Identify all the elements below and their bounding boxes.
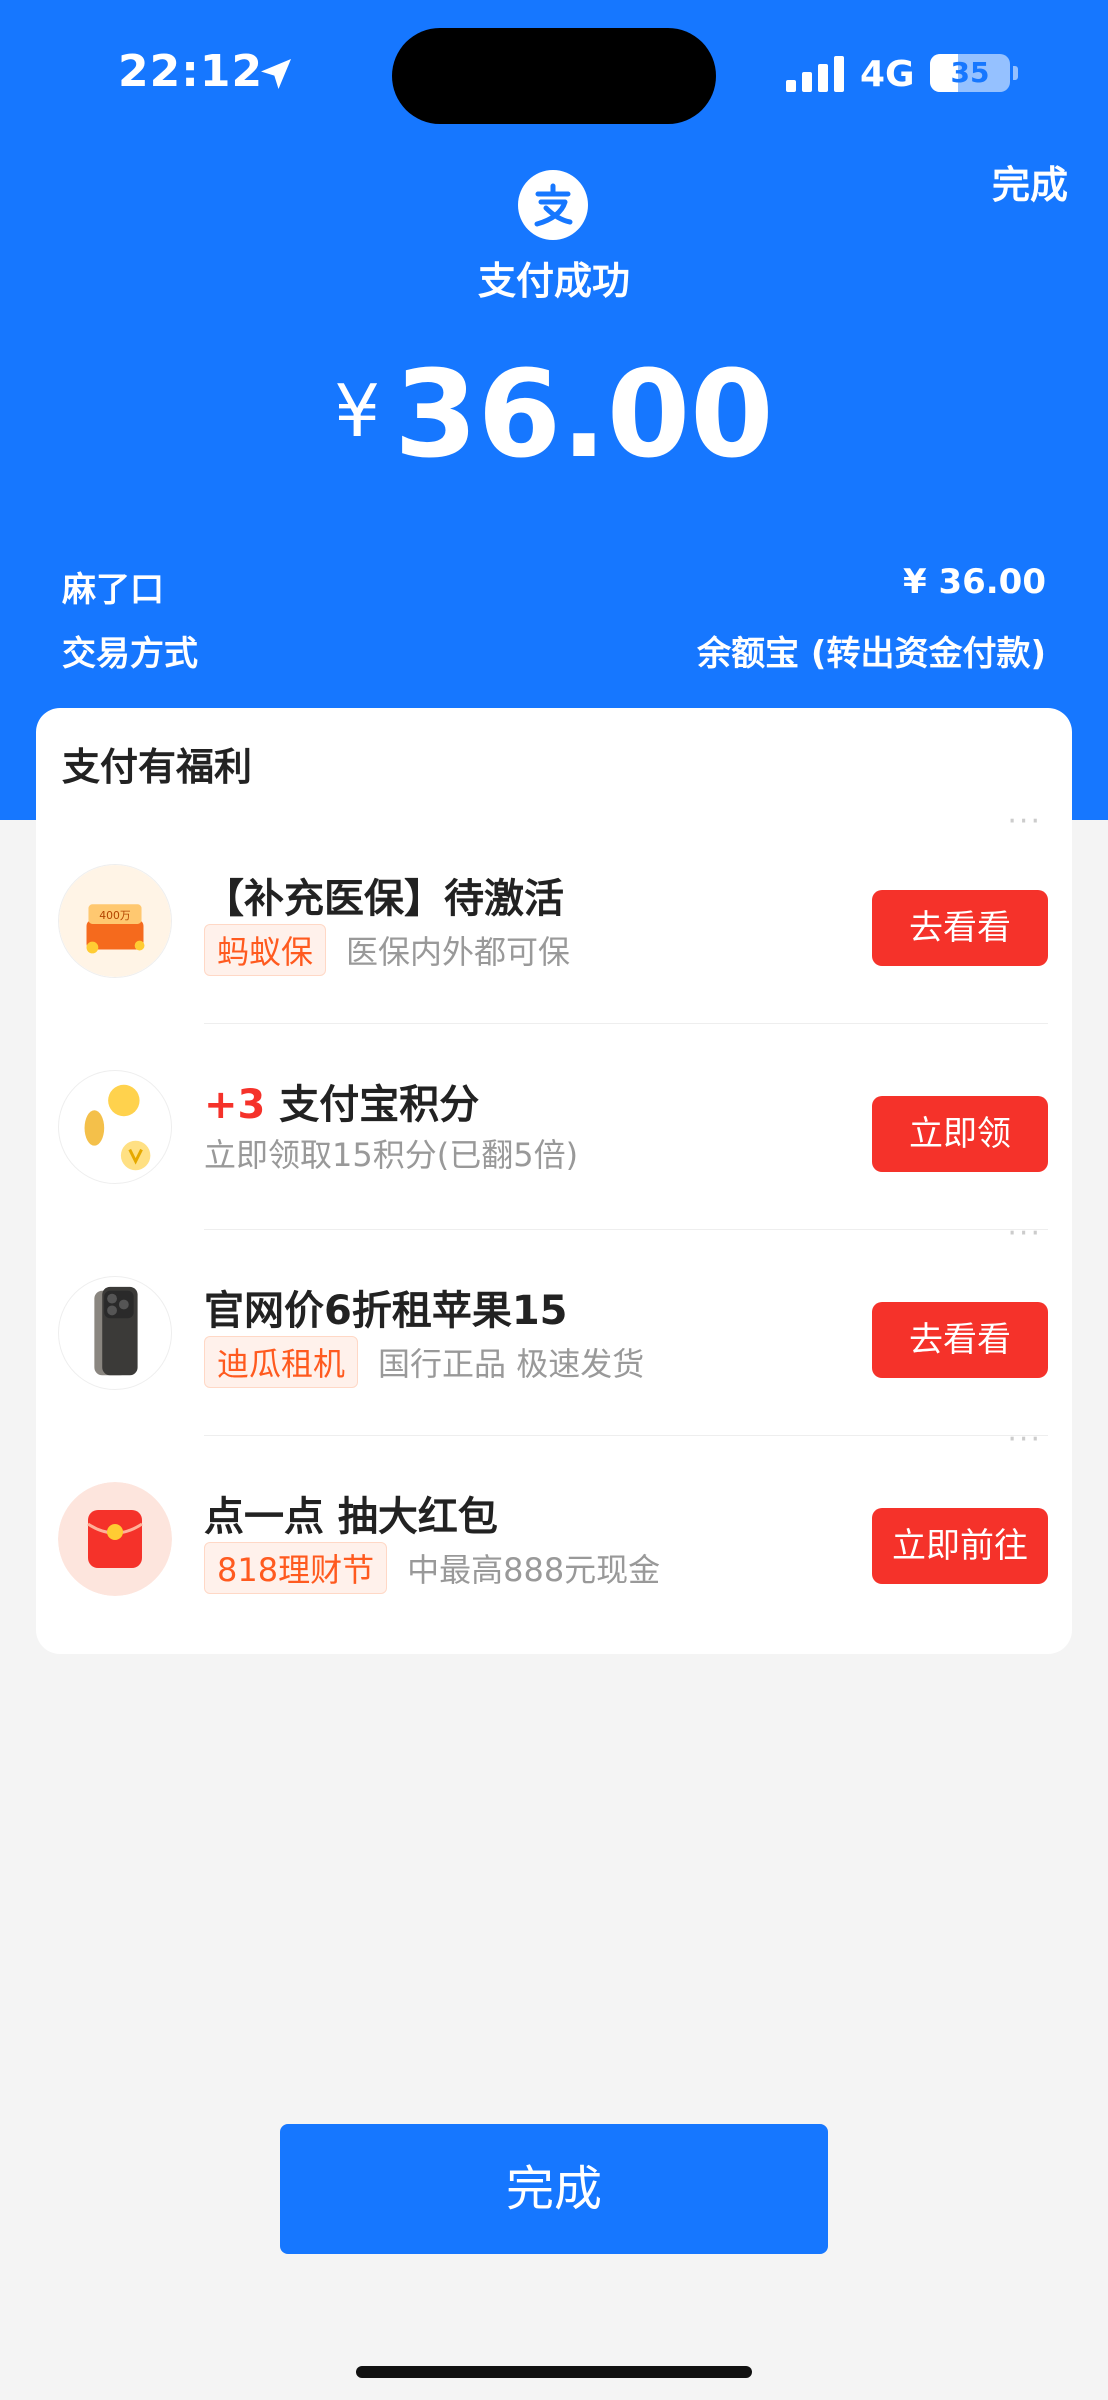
view-button[interactable]: 去看看: [872, 890, 1048, 966]
cellular-signal-icon: [786, 56, 844, 92]
payment-method-value: 余额宝 (转出资金付款): [697, 634, 1046, 674]
benefit-desc: 医保内外都可保: [346, 933, 571, 971]
benefit-subtitle: 立即领取15积分(已翻5倍): [204, 1130, 578, 1176]
more-options-icon[interactable]: ···: [1007, 807, 1042, 837]
benefits-card: 支付有福利 ··· 400万 【补充医保】待激活 蚂蚁保 医保内外都可保 去看看: [36, 708, 1072, 1654]
iphone-icon: [94, 1286, 138, 1376]
payment-success-title: 支付成功: [477, 259, 630, 303]
more-options-icon[interactable]: ···: [1007, 1219, 1042, 1249]
coins-icon: [84, 1084, 151, 1171]
payment-method-label: 交易方式: [62, 634, 198, 674]
status-bar: 22:12 4G 35: [0, 0, 1108, 150]
view-button[interactable]: 去看看: [872, 1302, 1048, 1378]
payment-method-row: 交易方式 余额宝 (转出资金付款): [62, 626, 1046, 675]
benefit-title: +3 支付宝积分: [204, 1072, 479, 1130]
battery-nub: [1013, 66, 1018, 80]
alipay-logo-icon: [534, 183, 573, 227]
benefit-title: 【补充医保】待激活: [204, 876, 564, 922]
benefits-title: 支付有福利: [62, 745, 253, 789]
currency-symbol: ¥: [334, 369, 381, 453]
status-time: 22:12: [118, 46, 264, 97]
benefit-subtitle: 蚂蚁保 医保内外都可保: [204, 924, 570, 976]
merchant-row: 麻了口 ¥ 36.00: [62, 562, 1046, 611]
battery-level: 35: [950, 56, 990, 89]
red-packet-thumb: [58, 1482, 172, 1596]
benefit-desc: 立即领取15积分(已翻5倍): [204, 1136, 579, 1174]
claim-button[interactable]: 立即领: [872, 1096, 1048, 1172]
points-thumb: [58, 1070, 172, 1184]
phone-thumb: [58, 1276, 172, 1390]
points-title: 支付宝积分: [279, 1082, 480, 1128]
benefit-desc: 中最高888元现金: [407, 1551, 661, 1589]
benefit-title: 点一点 抽大红包: [204, 1494, 498, 1540]
points-highlight: +3: [204, 1082, 266, 1128]
benefit-item-points[interactable]: +3 支付宝积分 立即领取15积分(已翻5倍) 立即领: [36, 1024, 1072, 1230]
more-options-icon[interactable]: ···: [1007, 1425, 1042, 1455]
benefit-subtitle: 迪瓜租机 国行正品 极速发货: [204, 1336, 644, 1388]
network-type: 4G: [860, 54, 915, 95]
merchant-name: 麻了口: [62, 570, 164, 610]
insurance-thumb: 400万: [58, 864, 172, 978]
benefit-tag: 迪瓜租机: [204, 1336, 359, 1388]
benefit-subtitle: 818理财节 中最高888元现金: [204, 1542, 660, 1594]
dynamic-island: [392, 28, 716, 124]
amount-value: 36.00: [394, 346, 774, 485]
home-indicator[interactable]: [356, 2366, 752, 2378]
done-button[interactable]: 完成: [280, 2124, 828, 2254]
location-arrow-icon: [261, 59, 291, 89]
done-top-button[interactable]: 完成: [992, 154, 1068, 209]
benefit-tag: 蚂蚁保: [204, 924, 327, 976]
benefit-title: 官网价6折租苹果15: [204, 1288, 568, 1334]
insurance-box-icon: 400万: [59, 865, 171, 977]
battery-icon: 35: [930, 54, 1010, 92]
insurance-thumb-text: 400万: [99, 909, 131, 922]
benefit-desc: 国行正品 极速发货: [378, 1345, 645, 1383]
red-packet-icon: [58, 1482, 172, 1596]
benefit-item-phone-rental[interactable]: ··· 官网价6折租苹果15 迪瓜租机 国行正品 极速发货 去看看: [36, 1219, 1072, 1436]
benefit-item-insurance[interactable]: ··· 400万 【补充医保】待激活 蚂蚁保 医保内外都可保 去看看: [36, 807, 1072, 1024]
paid-amount: ¥36.00: [0, 346, 1108, 485]
alipay-logo: [518, 170, 588, 240]
benefit-item-red-packet[interactable]: ··· 点一点 抽大红包 818理财节 中最高888元现金 立即前往: [36, 1425, 1072, 1642]
go-button[interactable]: 立即前往: [872, 1508, 1048, 1584]
merchant-amount: ¥ 36.00: [902, 562, 1046, 602]
benefit-tag: 818理财节: [204, 1542, 388, 1594]
